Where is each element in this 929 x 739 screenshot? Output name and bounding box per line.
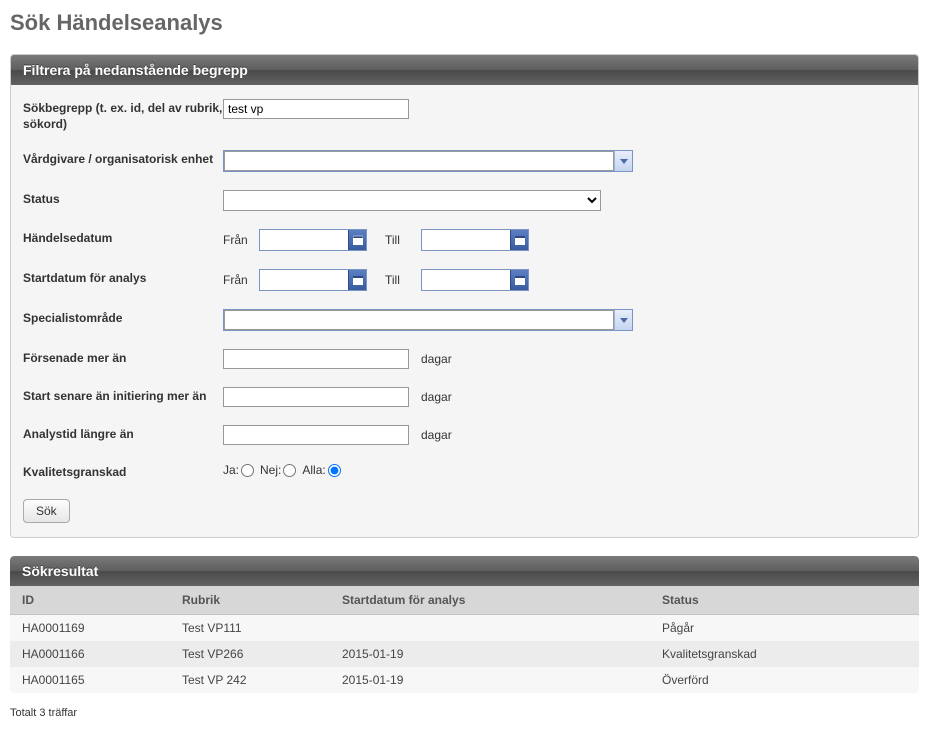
select-vardgivare[interactable]	[223, 150, 633, 172]
input-sokbegrepp[interactable]	[223, 99, 409, 119]
date-startdatum-from[interactable]	[259, 269, 367, 291]
label-startdatum: Startdatum för analys	[23, 269, 223, 287]
radio-label-alla[interactable]: Alla:	[302, 463, 340, 477]
label-analystid: Analystid längre än	[23, 425, 223, 443]
radio-label-nej[interactable]: Nej:	[260, 463, 296, 477]
unit-dagar: dagar	[421, 428, 452, 442]
label-from: Från	[223, 233, 251, 247]
label-from: Från	[223, 273, 251, 287]
select-specialist[interactable]	[223, 309, 633, 331]
cell-status: Överförd	[650, 667, 919, 693]
date-startdatum-to[interactable]	[421, 269, 529, 291]
label-status: Status	[23, 190, 223, 208]
date-handelsedatum-from[interactable]	[259, 229, 367, 251]
results-table: ID Rubrik Startdatum för analys Status H…	[10, 586, 919, 693]
calendar-icon[interactable]	[348, 230, 366, 250]
radio-alla[interactable]	[328, 464, 341, 477]
label-specialist: Specialistområde	[23, 309, 223, 327]
label-startsenare: Start senare än initiering mer än	[23, 387, 223, 405]
col-rubrik[interactable]: Rubrik	[170, 586, 330, 615]
table-row[interactable]: HA0001165Test VP 2422015-01-19Överförd	[10, 667, 919, 693]
results-header: Sökresultat	[10, 556, 919, 586]
radio-nej[interactable]	[283, 464, 296, 477]
cell-start	[330, 614, 650, 641]
label-to: Till	[385, 273, 413, 287]
cell-id: HA0001169	[10, 614, 170, 641]
cell-rubrik: Test VP111	[170, 614, 330, 641]
input-forsenade[interactable]	[223, 349, 409, 369]
filter-panel-header: Filtrera på nedanstående begrepp	[11, 55, 918, 85]
input-analystid[interactable]	[223, 425, 409, 445]
filter-panel-body: Sökbegrepp (t. ex. id, del av rubrik, sö…	[11, 85, 918, 537]
cell-id: HA0001166	[10, 641, 170, 667]
date-handelsedatum-to[interactable]	[421, 229, 529, 251]
radio-group-kvalitet: Ja: Nej: Alla:	[223, 463, 341, 477]
label-forsenade: Försenade mer än	[23, 349, 223, 367]
label-to: Till	[385, 233, 413, 247]
results-panel: Sökresultat ID Rubrik Startdatum för ana…	[10, 556, 919, 693]
cell-start: 2015-01-19	[330, 667, 650, 693]
col-start[interactable]: Startdatum för analys	[330, 586, 650, 615]
cell-id: HA0001165	[10, 667, 170, 693]
unit-dagar: dagar	[421, 352, 452, 366]
label-sokbegrepp: Sökbegrepp (t. ex. id, del av rubrik, sö…	[23, 99, 223, 132]
calendar-icon[interactable]	[510, 230, 528, 250]
cell-rubrik: Test VP 242	[170, 667, 330, 693]
calendar-icon[interactable]	[510, 270, 528, 290]
date-handelsedatum-to-input[interactable]	[422, 230, 510, 250]
results-header-row: ID Rubrik Startdatum för analys Status	[10, 586, 919, 615]
calendar-icon[interactable]	[348, 270, 366, 290]
radio-label-ja[interactable]: Ja:	[223, 463, 254, 477]
page-title: Sök Händelseanalys	[10, 10, 919, 36]
search-button[interactable]: Sök	[23, 499, 70, 523]
radio-ja[interactable]	[241, 464, 254, 477]
select-vardgivare-input[interactable]	[224, 151, 614, 171]
cell-rubrik: Test VP266	[170, 641, 330, 667]
date-handelsedatum-from-input[interactable]	[260, 230, 348, 250]
chevron-down-icon[interactable]	[614, 151, 632, 171]
date-startdatum-from-input[interactable]	[260, 270, 348, 290]
radio-text-nej: Nej:	[260, 463, 281, 477]
unit-dagar: dagar	[421, 390, 452, 404]
label-vardgivare: Vårdgivare / organisatorisk enhet	[23, 150, 223, 168]
col-id[interactable]: ID	[10, 586, 170, 615]
select-status[interactable]	[223, 190, 601, 211]
select-specialist-input[interactable]	[224, 310, 614, 330]
cell-status: Kvalitetsgranskad	[650, 641, 919, 667]
filter-panel: Filtrera på nedanstående begrepp Sökbegr…	[10, 54, 919, 538]
table-row[interactable]: HA0001166Test VP2662015-01-19Kvalitetsgr…	[10, 641, 919, 667]
col-status[interactable]: Status	[650, 586, 919, 615]
input-startsenare[interactable]	[223, 387, 409, 407]
label-kvalitet: Kvalitetsgranskad	[23, 463, 223, 481]
table-row[interactable]: HA0001169Test VP111 Pågår	[10, 614, 919, 641]
label-handelsedatum: Händelsedatum	[23, 229, 223, 247]
radio-text-alla: Alla:	[302, 463, 325, 477]
cell-status: Pågår	[650, 614, 919, 641]
chevron-down-icon[interactable]	[614, 310, 632, 330]
cell-start: 2015-01-19	[330, 641, 650, 667]
results-summary: Totalt 3 träffar	[10, 707, 919, 719]
date-startdatum-to-input[interactable]	[422, 270, 510, 290]
radio-text-ja: Ja:	[223, 463, 239, 477]
